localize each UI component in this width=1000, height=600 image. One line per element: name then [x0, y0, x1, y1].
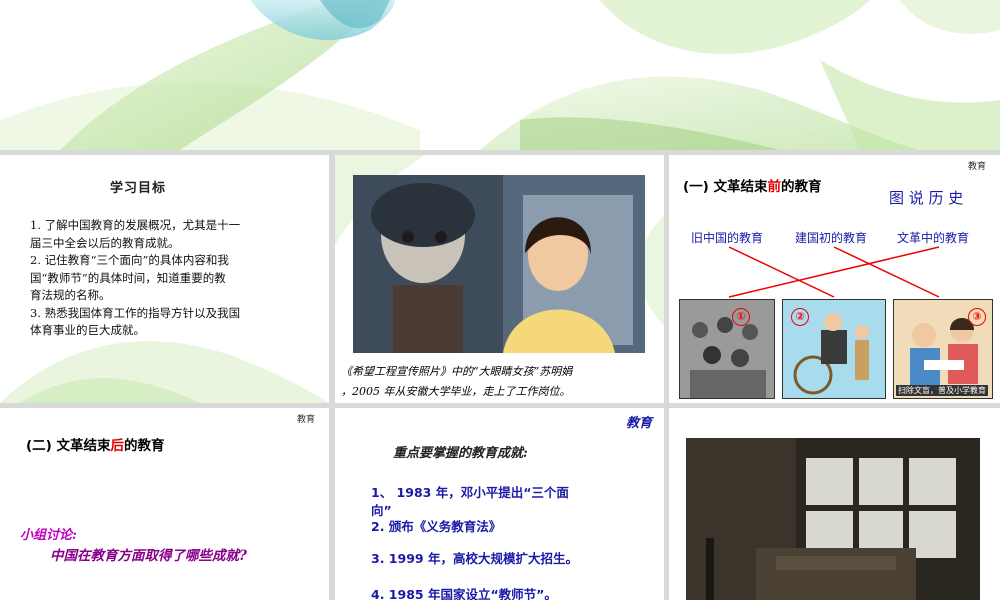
- objectives-title: 学习目标: [110, 181, 167, 196]
- heading-prefix: (一) 文革结束: [683, 179, 768, 195]
- floral-decoration: [0, 0, 1000, 150]
- achievement-item: 4. 1985 年国家设立“教师节”。: [371, 587, 557, 600]
- slide-education-before-cultural-revolution-end[interactable]: 教育 (一) 文革结束前的教育 图 说 历 史 旧中国的教育 建国初的教育 文革…: [669, 155, 1000, 403]
- picture-panel-3: ③ 扫除文盲，普及小学教育: [893, 299, 993, 399]
- objective-line: 2. 记住教育“三个面向”的具体内容和我: [30, 253, 229, 267]
- corner-tag: 教育: [625, 416, 652, 431]
- objective-line: 体育事业的巨大成就。: [30, 323, 145, 337]
- photo-illustration: [686, 438, 980, 600]
- heading-prefix: (二) 文革结束: [26, 438, 111, 454]
- discussion-question: 中国在教育方面取得了哪些成就?: [50, 548, 247, 564]
- corner-tag: 教育: [296, 415, 315, 425]
- matching-lines: [728, 246, 940, 298]
- photo-caption-line1: 《希望工程宣传照片》中的“大眼睛女孩”苏明娟: [341, 365, 573, 378]
- objective-line: 3. 熟悉我国体育工作的指导方针以及我国: [30, 305, 241, 320]
- picture-history-subtitle: 图 说 历 史: [889, 189, 964, 207]
- picture-panel-2: ②: [782, 299, 886, 399]
- heading-suffix: 的教育: [124, 438, 165, 454]
- decorative-banner: [0, 0, 1000, 150]
- heading-highlight: 前: [767, 179, 782, 195]
- panel-caption: 扫除文盲，普及小学教育: [896, 385, 988, 396]
- objective-line: 届三中全会以后的教育成就。: [30, 235, 180, 250]
- slide-heading: (一) 文革结束前的教育: [683, 175, 822, 195]
- achievement-item: 2. 颁布《义务教育法》: [371, 519, 502, 534]
- panel-illustration: [680, 300, 774, 398]
- slide-ruined-classroom-photo[interactable]: [669, 408, 1000, 600]
- slide-learning-objectives[interactable]: 学习目标 1. 了解中国教育的发展概况，尤其是十一 届三中全会以后的教育成就。 …: [0, 155, 329, 403]
- number-marker: ②: [791, 308, 809, 326]
- objective-line: 1. 了解中国教育的发展概况，尤其是十一: [30, 218, 241, 232]
- achievement-item: 3. 1999 年，高校大规模扩大招生。: [371, 551, 578, 566]
- achievement-item: 1、 1983 年，邓小平提出“三个面: [371, 485, 569, 500]
- corner-tag: 教育: [967, 162, 986, 172]
- ruined-classroom-photo: [686, 438, 980, 600]
- discussion-label: 小组讨论:: [20, 528, 77, 543]
- objective-line: 育法规的名称。: [30, 288, 111, 302]
- photo-illustration: [353, 175, 645, 353]
- heading-highlight: 后: [110, 438, 125, 454]
- photo-caption-line2: ，2005 年从安徽大学毕业，走上了工作岗位。: [341, 385, 571, 398]
- slide-heading: (二) 文革结束后的教育: [26, 434, 165, 454]
- slide-hope-project-photo[interactable]: 《希望工程宣传照片》中的“大眼睛女孩”苏明娟 ，2005 年从安徽大学毕业，走上…: [335, 155, 664, 403]
- slide-sorter-view: 学习目标 1. 了解中国教育的发展概况，尤其是十一 届三中全会以后的教育成就。 …: [0, 0, 1000, 600]
- heading-suffix: 的教育: [781, 179, 822, 195]
- objective-line: 国“教师节”的具体时间，知道重要的教: [30, 270, 226, 285]
- slide-key-achievements[interactable]: 教育 重点要掌握的教育成就: 1、 1983 年，邓小平提出“三个面 向” 2.…: [335, 408, 664, 600]
- number-marker: ③: [968, 308, 986, 326]
- achievements-heading: 重点要掌握的教育成就:: [393, 446, 528, 461]
- hope-project-photo: [353, 175, 645, 353]
- picture-panel-1: ①: [679, 299, 775, 399]
- number-marker: ①: [732, 308, 750, 326]
- slide-education-after-cultural-revolution-end[interactable]: 教育 (二) 文革结束后的教育 小组讨论: 中国在教育方面取得了哪些成就?: [0, 408, 329, 600]
